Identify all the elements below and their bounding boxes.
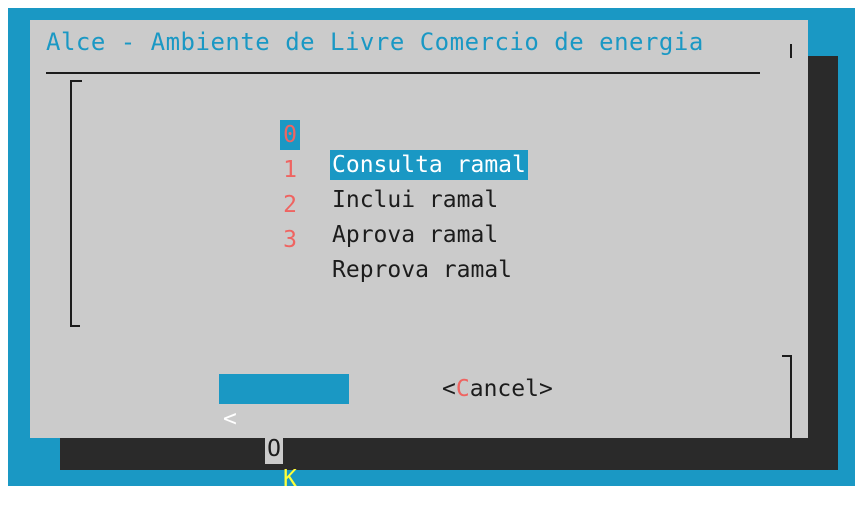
- menu-frame-bottom: [70, 325, 80, 327]
- menu-item-reprova-ramal[interactable]: 3 Reprova ramal: [280, 195, 512, 283]
- ok-bracket-right: >: [331, 496, 345, 522]
- cancel-hotkey: C: [455, 376, 470, 402]
- frame-right-corner: [782, 355, 792, 357]
- menu-item-aprova-ramal[interactable]: 2 Aprova ramal: [280, 160, 498, 248]
- ok-bracket-left: <: [223, 406, 237, 432]
- menu-item-consulta-ramal[interactable]: 0 Consulta ramal: [280, 90, 528, 180]
- menu-frame-top: [70, 80, 82, 82]
- dialog-title: Alce - Ambiente de Livre Comercio de ene…: [46, 28, 704, 56]
- menu-item-label: Reprova ramal: [332, 257, 513, 283]
- cancel-bracket-right: >: [538, 376, 553, 402]
- cancel-label-rest: ancel: [469, 376, 539, 402]
- menu-item-label: Consulta ramal: [330, 150, 528, 180]
- menu-item-key: 3: [283, 227, 297, 253]
- menu-list: 0 Consulta ramal 1 Inclui ramal 2 Aprova…: [280, 90, 528, 283]
- menu-item-label: Aprova ramal: [332, 222, 499, 248]
- ok-button[interactable]: < O K >: [219, 374, 349, 522]
- cancel-bracket-left: <: [442, 376, 456, 402]
- frame-corner: [790, 44, 792, 58]
- menu-item-label: Inclui ramal: [332, 187, 499, 213]
- menu-item-inclui-ramal[interactable]: 1 Inclui ramal: [280, 125, 498, 213]
- menu-frame-left: [70, 80, 72, 327]
- ok-label-prefix: O: [265, 434, 283, 464]
- cancel-button[interactable]: <Cancel>: [442, 374, 553, 404]
- frame-right-edge: [790, 355, 792, 438]
- title-divider: [46, 72, 760, 74]
- ok-hotkey: K: [283, 466, 297, 492]
